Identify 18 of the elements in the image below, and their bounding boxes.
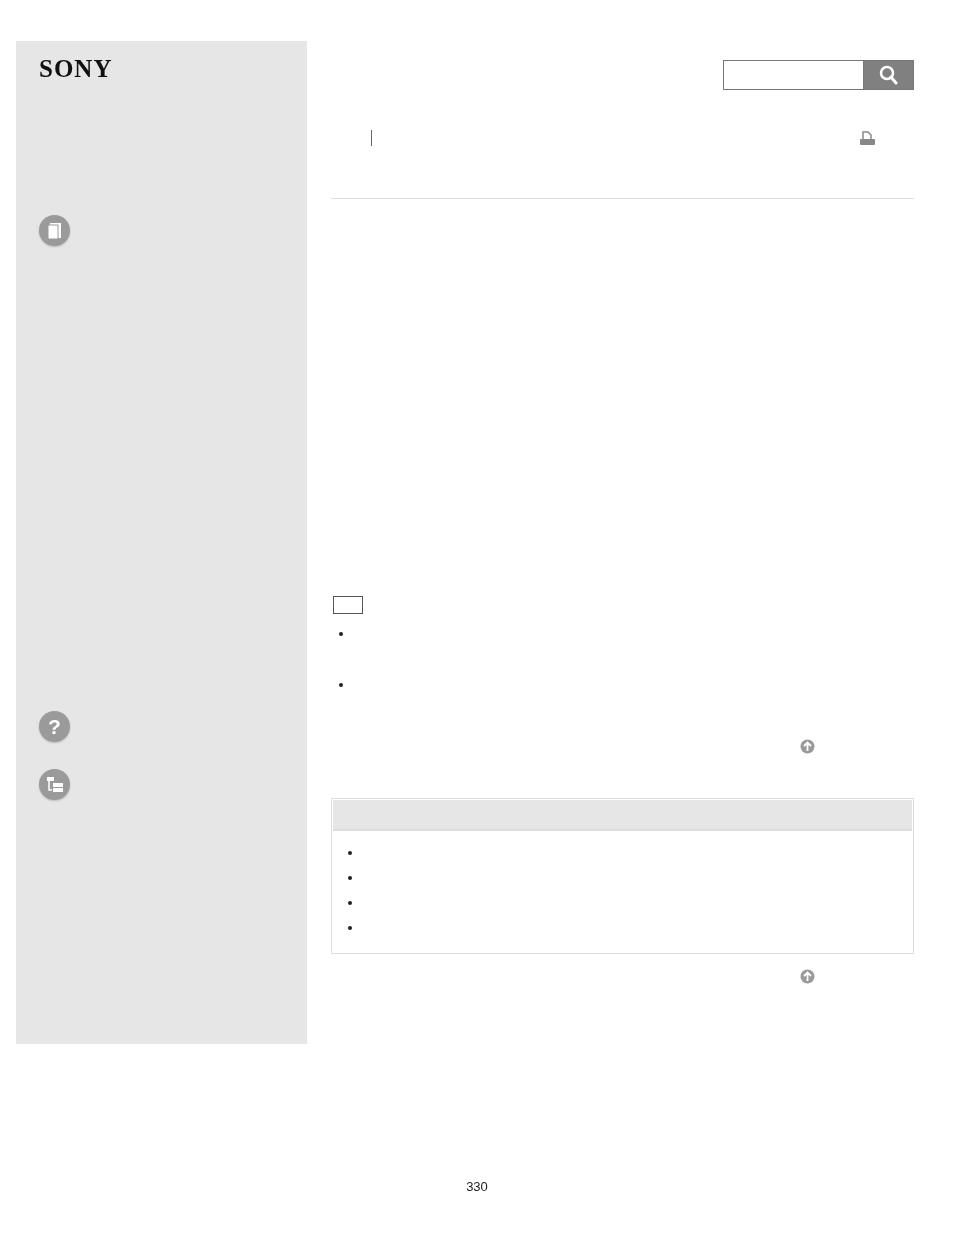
page-number: 330 (466, 1179, 488, 1194)
brand-logo: SONY (39, 57, 113, 81)
bullet-icon (348, 876, 352, 880)
search-field[interactable] (723, 60, 863, 90)
print-icon[interactable] (859, 130, 876, 145)
book-icon[interactable] (39, 215, 70, 246)
bullet-icon (339, 632, 343, 636)
help-icon[interactable]: ? (39, 711, 70, 742)
bullet-icon (348, 851, 352, 855)
back-to-top-icon[interactable] (800, 969, 815, 985)
tree-icon[interactable] (39, 769, 70, 800)
search-icon (878, 65, 899, 85)
bullet-icon (348, 926, 352, 930)
search-button[interactable] (863, 60, 914, 90)
note-box (333, 596, 363, 614)
bullet-icon (348, 901, 352, 905)
back-to-top-icon[interactable] (800, 739, 815, 755)
bullet-icon (339, 683, 343, 687)
